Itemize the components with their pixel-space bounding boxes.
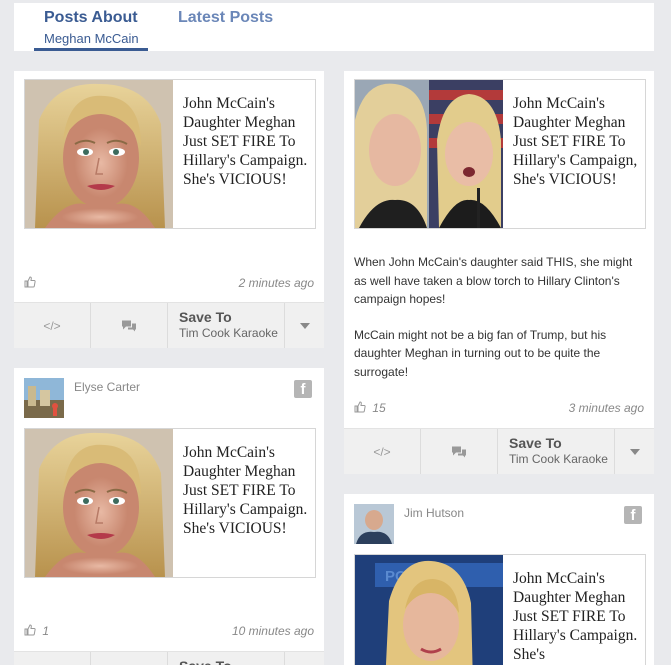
tabs-bar: Posts About Meghan McCain Latest Posts: [14, 3, 654, 51]
save-to-label: Save To: [509, 435, 562, 451]
comment-button[interactable]: [421, 429, 498, 474]
author-row: Elyse Carter f: [24, 378, 314, 418]
action-bar: </> Save To Tim Cook Karaoke: [14, 302, 324, 348]
facebook-icon: f: [624, 506, 642, 524]
save-to-label: Save To: [179, 658, 284, 665]
comment-button[interactable]: [91, 303, 168, 348]
caret-down-icon: [629, 448, 640, 455]
preview-headline[interactable]: John McCain's Daughter Meghan Just SET F…: [183, 443, 308, 538]
code-icon: </>: [373, 444, 391, 459]
facebook-icon: f: [294, 380, 312, 398]
meghan-tv-image: PO KING: [355, 555, 503, 665]
link-preview[interactable]: John McCain's Daughter Meghan Just SET F…: [24, 428, 316, 578]
post-meta: 15 3 minutes ago: [354, 401, 644, 417]
post-card: Elyse Carter f John McCain's Daughter Me…: [14, 368, 324, 665]
caret-down-icon: [299, 322, 310, 329]
like-count: 1: [42, 624, 50, 638]
save-to-target: Tim Cook Karaoke: [509, 452, 608, 466]
save-to-label: Save To: [179, 309, 232, 325]
comment-button[interactable]: [91, 652, 168, 665]
author-row: Jim Hutson f: [354, 504, 644, 544]
tab-latest-posts-label: Latest Posts: [178, 9, 274, 26]
post-timestamp: 10 minutes ago: [231, 624, 314, 638]
excerpt-paragraph: McCain might not be a big fan of Trump, …: [354, 327, 607, 379]
post-card: John McCain's Daughter Meghan Just SET F…: [14, 71, 324, 348]
post-meta: 1 10 minutes ago: [24, 624, 314, 640]
comment-icon: [122, 320, 136, 331]
post-timestamp: 2 minutes ago: [238, 276, 314, 290]
save-dropdown-button[interactable]: [285, 652, 324, 665]
like-button[interactable]: 1: [24, 624, 49, 638]
save-to-button[interactable]: Save To Tim Cook Karaoke: [498, 429, 615, 474]
preview-headline[interactable]: John McCain's Daughter Meghan Just SET F…: [513, 569, 638, 664]
meghan-portrait-image: [25, 429, 173, 577]
post-excerpt: When John McCain's daughter said THIS, s…: [354, 253, 646, 398]
like-button[interactable]: [24, 276, 39, 290]
post-meta: 2 minutes ago: [24, 276, 314, 292]
excerpt-paragraph: When John McCain's daughter said THIS, s…: [354, 255, 633, 306]
like-count: 15: [372, 401, 386, 415]
tab-latest-posts[interactable]: Latest Posts: [178, 3, 273, 57]
meghan-hillary-image: [355, 80, 503, 228]
link-preview[interactable]: John McCain's Daughter Meghan Just SET F…: [354, 79, 646, 229]
save-to-button[interactable]: Save To Tim Cook Karaoke: [168, 303, 285, 348]
like-button[interactable]: 15: [354, 401, 386, 415]
meghan-portrait-image: [25, 80, 173, 228]
author-name[interactable]: Jim Hutson: [404, 506, 464, 520]
link-preview[interactable]: PO KING John McCain's Daughter Meghan Ju…: [354, 554, 646, 665]
link-preview[interactable]: John McCain's Daughter Meghan Just SET F…: [24, 79, 316, 229]
embed-button[interactable]: [14, 652, 91, 665]
author-name[interactable]: Elyse Carter: [74, 380, 140, 394]
tab-posts-about[interactable]: Posts About Meghan McCain: [34, 3, 148, 51]
post-timestamp: 3 minutes ago: [568, 401, 644, 415]
action-bar: </> Save To Tim Cook Karaoke: [344, 428, 654, 474]
post-card: John McCain's Daughter Meghan Just SET F…: [344, 71, 654, 474]
save-dropdown-button[interactable]: [615, 429, 654, 474]
embed-button[interactable]: </>: [14, 303, 91, 348]
thumbs-up-icon: [24, 276, 36, 288]
comment-icon: [452, 446, 466, 457]
tab-posts-about-sublabel: Meghan McCain: [44, 31, 139, 46]
code-icon: </>: [43, 318, 61, 333]
post-card: Jim Hutson f PO KING John McCain's Daugh…: [344, 494, 654, 665]
embed-button[interactable]: </>: [344, 429, 421, 474]
save-dropdown-button[interactable]: [285, 303, 324, 348]
save-to-target: Tim Cook Karaoke: [179, 326, 278, 340]
preview-headline[interactable]: John McCain's Daughter Meghan Just SET F…: [513, 94, 638, 189]
avatar[interactable]: [354, 504, 394, 544]
tab-posts-about-label: Posts About: [44, 9, 138, 26]
save-to-button[interactable]: Save To: [168, 652, 285, 665]
action-bar: Save To: [14, 651, 324, 665]
thumbs-up-icon: [354, 401, 366, 413]
preview-headline[interactable]: John McCain's Daughter Meghan Just SET F…: [183, 94, 308, 189]
thumbs-up-icon: [24, 624, 36, 636]
avatar[interactable]: [24, 378, 64, 418]
